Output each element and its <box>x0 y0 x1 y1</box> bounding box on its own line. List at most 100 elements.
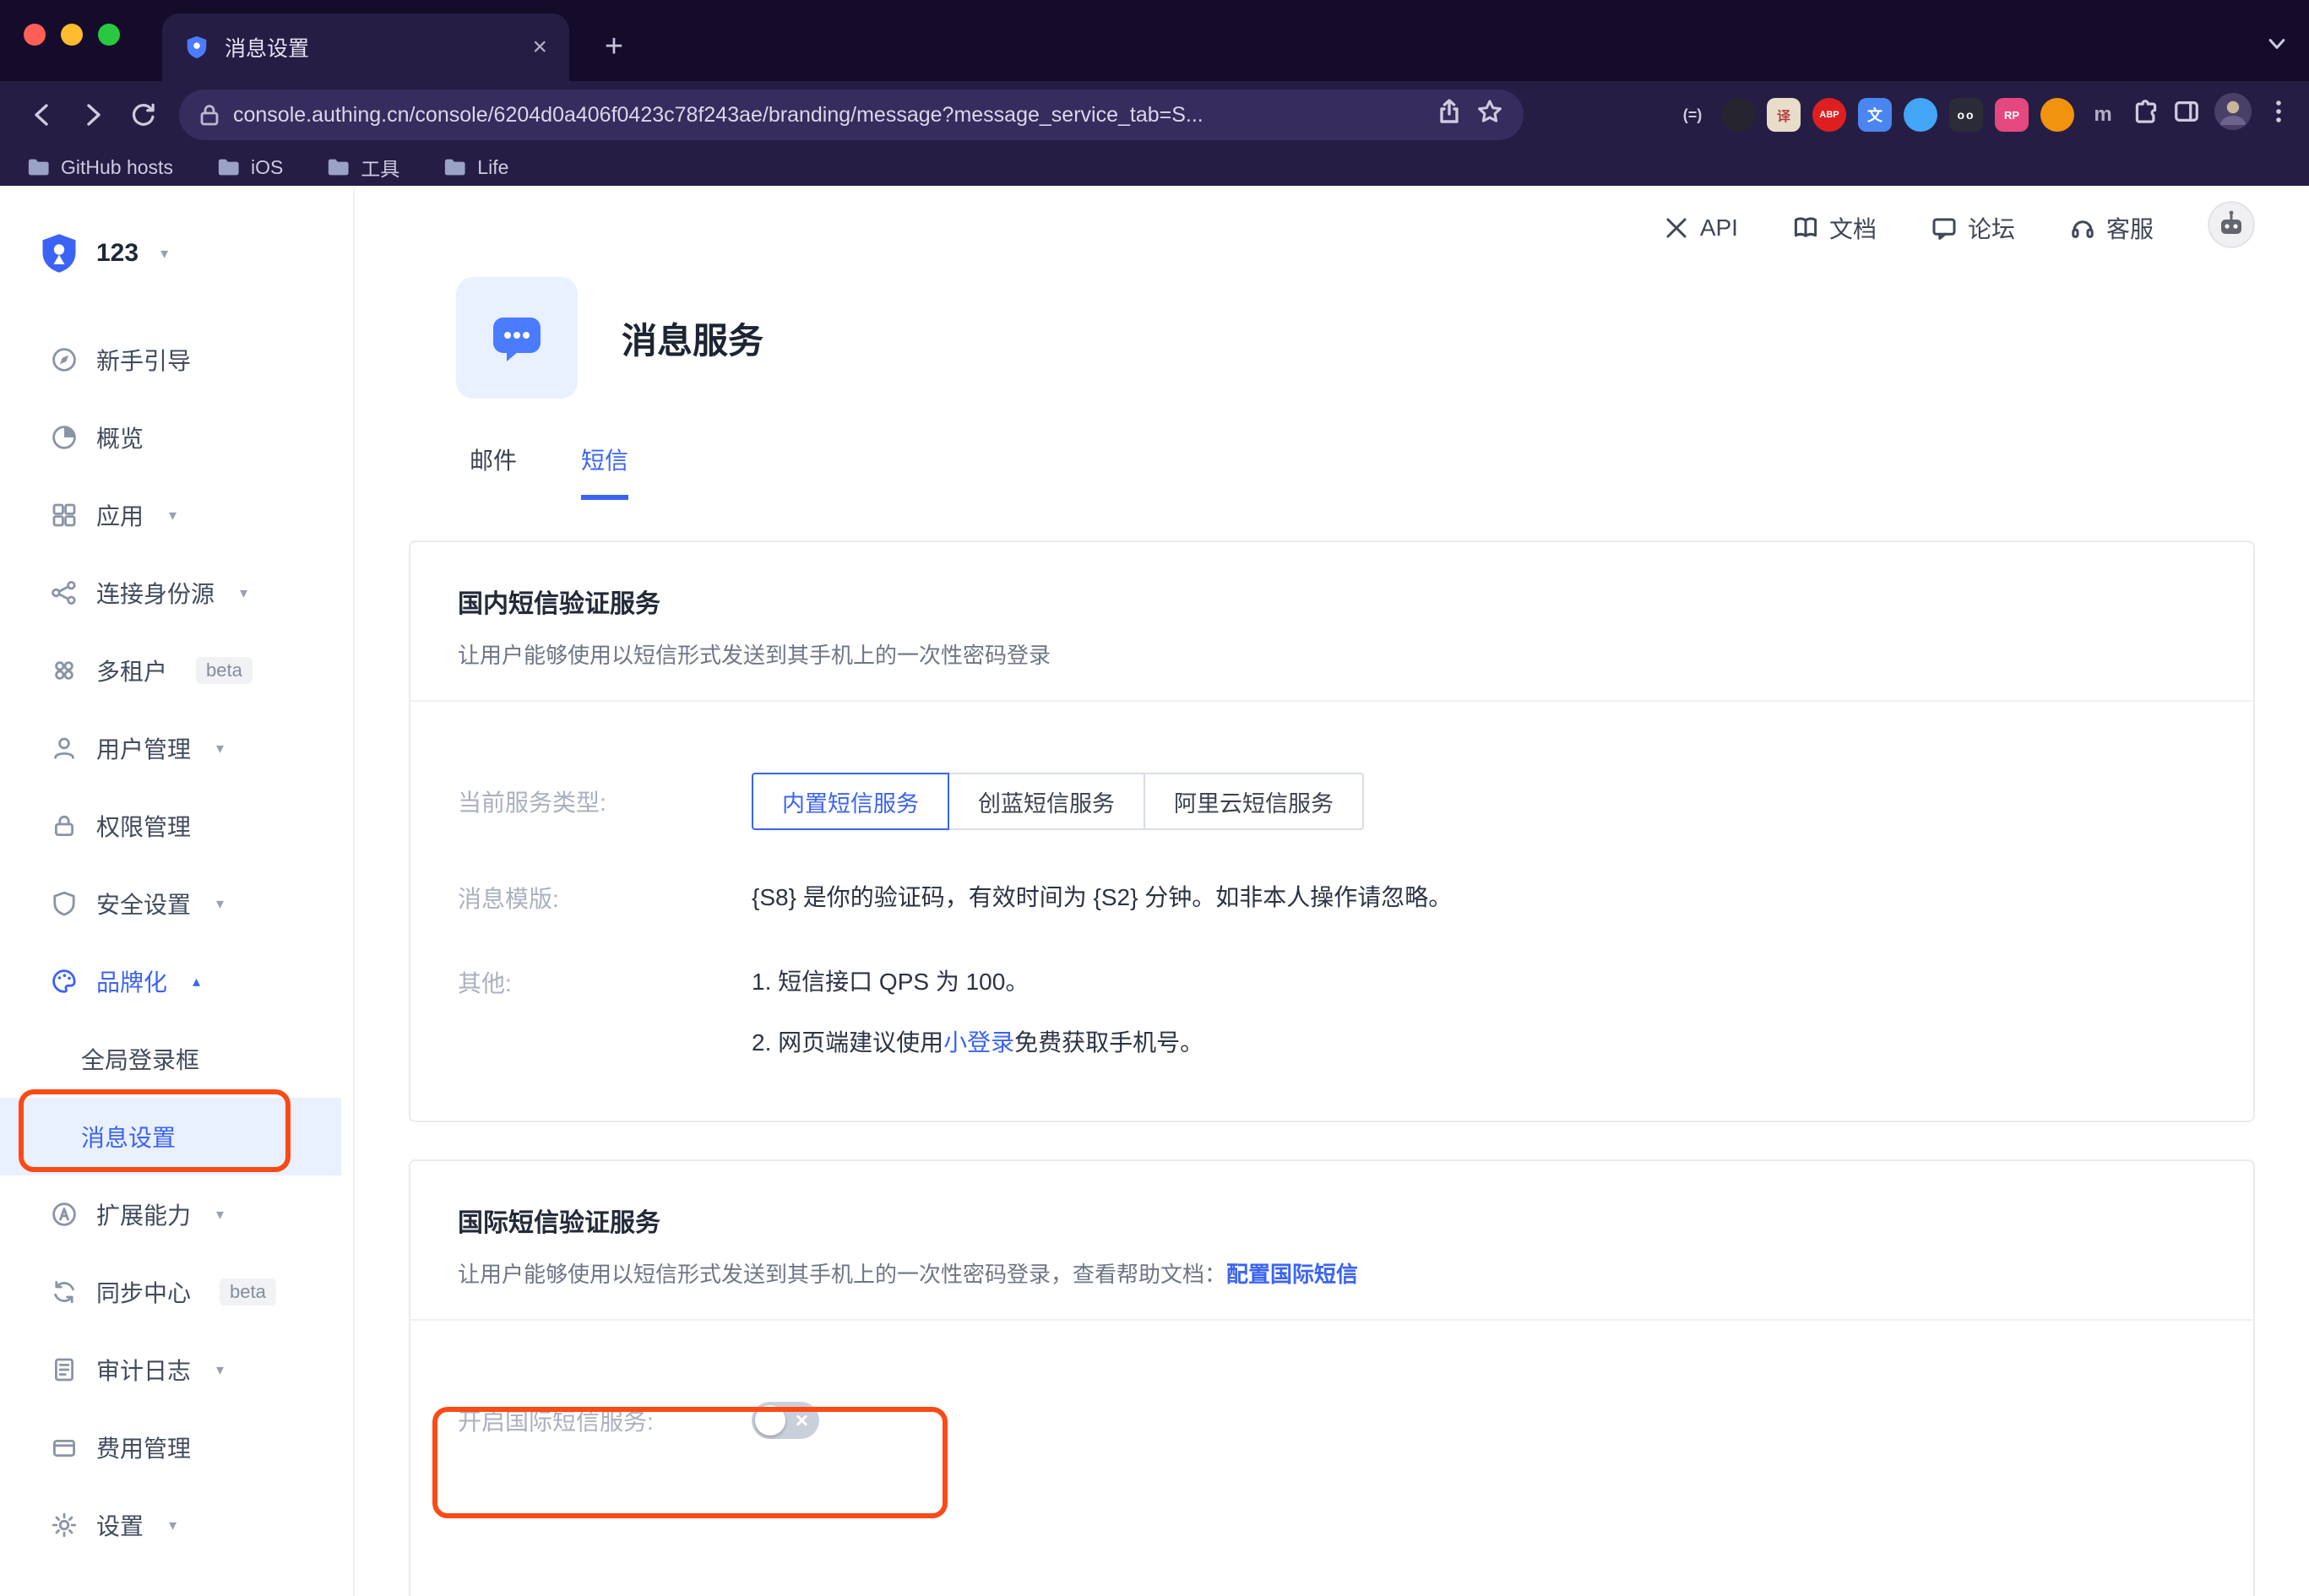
tab-search-chevron-icon[interactable] <box>2265 31 2289 62</box>
sidebar-item-permissions[interactable]: 权限管理 <box>0 787 341 865</box>
bookmark-folder-github-hosts[interactable]: GitHub hosts <box>27 156 173 179</box>
authing-favicon-icon <box>184 35 209 60</box>
international-sms-toggle[interactable] <box>752 1402 819 1439</box>
cloud-extension-icon[interactable] <box>1904 98 1937 132</box>
browser-profile-avatar[interactable] <box>2213 91 2253 138</box>
sidebar-item-message-settings[interactable]: 消息设置 <box>0 1098 341 1175</box>
sidebar-item-branding[interactable]: 品牌化 ▴ <box>0 942 341 1020</box>
user-avatar[interactable] <box>2208 201 2255 255</box>
chevron-down-icon: ▾ <box>216 1361 224 1379</box>
maximize-window-button[interactable] <box>98 24 120 46</box>
bookmark-folder-life[interactable]: Life <box>443 156 508 179</box>
sidebar-item-tenants[interactable]: 多租户 beta <box>0 632 341 709</box>
sidebar-item-overview[interactable]: 概览 <box>0 399 341 476</box>
sidebar-menu: 新手引导 概览 应用 ▾ 连接身份源 ▾ 多租户 <box>0 321 353 1564</box>
close-tab-icon[interactable]: × <box>532 35 547 60</box>
beige-extension-icon[interactable]: 译 <box>1767 98 1801 132</box>
workspace-switcher[interactable]: 123 ▾ <box>0 220 353 287</box>
billing-icon <box>51 1434 78 1461</box>
domestic-sms-form: 当前服务类型: 内置短信服务 创蓝短信服务 阿里云短信服务 消息模版: {S8}… <box>458 773 2206 1060</box>
bookmark-star-icon[interactable] <box>1476 98 1503 132</box>
console-app: 123 ▾ 新手引导 概览 应用 ▾ 连接 <box>0 186 2309 1596</box>
tab-sms[interactable]: 短信 <box>581 442 628 500</box>
new-tab-button[interactable]: + <box>591 24 637 69</box>
browser-menu-icon[interactable] <box>2265 98 2292 132</box>
m-extension-icon[interactable]: m <box>2086 98 2120 132</box>
sidebar-item-guide[interactable]: 新手引导 <box>0 321 341 399</box>
workspace-name: 123 <box>96 239 139 268</box>
toggle-off-x-icon <box>796 1414 809 1427</box>
chevron-down-icon: ▾ <box>240 584 247 602</box>
support-link[interactable]: 客服 <box>2069 211 2154 245</box>
divider <box>410 700 2253 702</box>
sidebar-item-global-login-box[interactable]: 全局登录框 <box>0 1020 341 1098</box>
adblock-extension-icon[interactable]: ABP <box>1812 98 1846 132</box>
service-type-row: 当前服务类型: 内置短信服务 创蓝短信服务 阿里云短信服务 <box>458 773 2206 830</box>
address-bar[interactable]: console.authing.cn/console/6204d0a406f04… <box>179 90 1524 140</box>
beta-badge: beta <box>196 657 253 684</box>
compass-icon <box>51 346 78 373</box>
browser-toolbar: console.authing.cn/console/6204d0a406f04… <box>0 81 2309 149</box>
aliyun-sms-option[interactable]: 阿里云短信服务 <box>1144 773 1364 830</box>
side-panel-icon[interactable] <box>2172 97 2201 133</box>
page-title: 消息服务 <box>622 312 763 364</box>
sidebar-item-settings[interactable]: 设置 ▾ <box>0 1486 341 1564</box>
builtin-sms-option[interactable]: 内置短信服务 <box>752 773 949 830</box>
dark-circle-extension-icon[interactable] <box>1721 98 1755 132</box>
card-subtitle: 让用户能够使用以短信形式发送到其手机上的一次性密码登录，查看帮助文档：配置国际短… <box>458 1257 2206 1289</box>
configure-international-sms-link[interactable]: 配置国际短信 <box>1226 1262 1358 1287</box>
reload-button[interactable] <box>118 90 169 140</box>
mini-login-link[interactable]: 小登录 <box>943 1029 1014 1056</box>
folder-icon <box>327 156 350 178</box>
main-content: API 文档 论坛 客服 <box>355 186 2309 1596</box>
docs-link[interactable]: 文档 <box>1792 211 1877 245</box>
api-link[interactable]: API <box>1663 214 1738 242</box>
circle-a-icon <box>51 1201 78 1228</box>
bookmark-folder-ios[interactable]: iOS <box>217 156 283 179</box>
forward-button[interactable] <box>68 90 118 140</box>
sidebar-item-security[interactable]: 安全设置 ▾ <box>0 865 341 942</box>
chevron-down-icon: ▾ <box>216 740 224 757</box>
sidebar-item-extensions[interactable]: 扩展能力 ▾ <box>0 1175 341 1253</box>
translate-extension-icon[interactable]: 文 <box>1858 98 1892 132</box>
tab-email[interactable]: 邮件 <box>470 442 517 500</box>
lock-icon <box>51 812 78 839</box>
sidebar: 123 ▾ 新手引导 概览 应用 ▾ 连接 <box>0 186 355 1596</box>
forum-link[interactable]: 论坛 <box>1931 211 2015 245</box>
close-window-button[interactable] <box>24 24 46 46</box>
sidebar-item-audit-log[interactable]: 审计日志 ▾ <box>0 1331 341 1409</box>
minimize-window-button[interactable] <box>61 24 83 46</box>
browser-tabstrip: 消息设置 × + <box>0 0 2309 81</box>
chevron-down-icon: ▾ <box>216 1206 224 1224</box>
international-sms-card: 国际短信验证服务 让用户能够使用以短信形式发送到其手机上的一次性密码登录，查看帮… <box>409 1159 2255 1596</box>
chevron-down-icon: ▾ <box>169 507 177 524</box>
authing-logo-icon <box>37 231 81 275</box>
template-value: {S8} 是你的验证码，有效时间为 {S2} 分钟。如非本人操作请忽略。 <box>752 881 1452 915</box>
extensions-puzzle-icon[interactable] <box>2132 97 2160 133</box>
chuanglan-sms-option[interactable]: 创蓝短信服务 <box>948 773 1145 830</box>
message-service-icon-box <box>456 277 578 399</box>
domestic-sms-card: 国内短信验证服务 让用户能够使用以短信形式发送到其手机上的一次性密码登录 当前服… <box>409 540 2255 1122</box>
template-label: 消息模版: <box>458 881 752 915</box>
chevron-down-icon: ▾ <box>216 895 224 913</box>
international-toggle-row: 开启国际短信服务: <box>458 1402 2206 1439</box>
sidebar-item-apps[interactable]: 应用 ▾ <box>0 476 341 554</box>
sidebar-item-user-management[interactable]: 用户管理 ▾ <box>0 709 341 787</box>
folder-icon <box>27 156 51 178</box>
lock-icon <box>199 104 220 126</box>
browser-tab[interactable]: 消息设置 × <box>162 14 569 81</box>
sidebar-item-billing[interactable]: 费用管理 <box>0 1409 341 1486</box>
rp-extension-icon[interactable]: RP <box>1995 98 2029 132</box>
share-icon[interactable] <box>1436 98 1463 132</box>
back-button[interactable] <box>17 90 68 140</box>
other-item-2: 2. 网页端建议使用小登录免费获取手机号。 <box>752 1026 1203 1060</box>
palette-icon <box>51 968 78 995</box>
sidebar-item-sync-center[interactable]: 同步中心 beta <box>0 1253 341 1331</box>
paren-extension-icon[interactable]: (=) <box>1676 98 1709 132</box>
bookmark-folder-tools[interactable]: 工具 <box>327 153 399 182</box>
chevron-down-icon: ▾ <box>160 245 168 263</box>
orange-extension-icon[interactable] <box>2040 98 2074 132</box>
browser-window: 消息设置 × + console.authing.cn/console/6204… <box>0 0 2309 1596</box>
goggles-extension-icon[interactable]: oo <box>1949 98 1983 132</box>
sidebar-item-identity-sources[interactable]: 连接身份源 ▾ <box>0 554 341 632</box>
